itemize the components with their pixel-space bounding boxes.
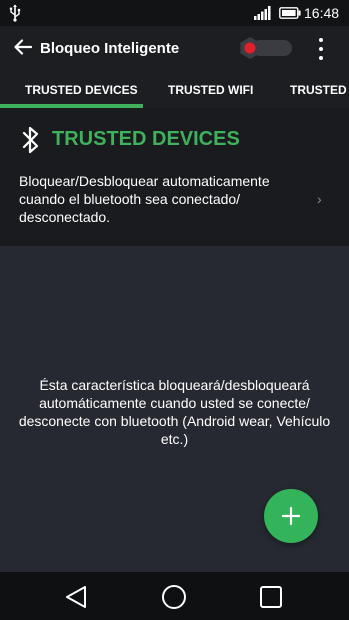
section-header-card[interactable]: TRUSTED DEVICES Bloquear/Desbloquear aut… xyxy=(0,108,349,246)
section-description: Bloquear/Desbloquear automaticamente cua… xyxy=(19,173,270,225)
battery-icon xyxy=(279,7,301,19)
page-title: Bloqueo Inteligente xyxy=(40,40,180,57)
more-vert-icon[interactable] xyxy=(318,37,324,61)
status-time: 16:48 xyxy=(304,5,340,21)
empty-state-message: Ésta característica bloqueará/desbloquea… xyxy=(18,377,331,447)
navigation-bar xyxy=(0,572,349,620)
tab-trusted-location[interactable]: TRUSTED L xyxy=(290,83,349,97)
tab-trusted-wifi[interactable]: TRUSTED WIFI xyxy=(168,83,253,97)
lock-toggle[interactable] xyxy=(238,37,292,59)
back-triangle-icon[interactable] xyxy=(63,584,89,610)
toggle-knob xyxy=(240,37,260,59)
add-device-button[interactable] xyxy=(264,489,318,543)
arrow-left-icon[interactable] xyxy=(14,39,32,55)
section-title: TRUSTED DEVICES xyxy=(52,128,240,150)
home-circle-icon[interactable] xyxy=(161,584,187,610)
device-list-area: Ésta característica bloqueará/desbloquea… xyxy=(0,246,349,572)
toolbar: Bloqueo Inteligente xyxy=(0,26,349,72)
chevron-right-icon[interactable]: › xyxy=(317,191,322,207)
plus-icon xyxy=(281,506,301,526)
usb-icon xyxy=(9,4,21,22)
tab-bar: TRUSTED DEVICES TRUSTED WIFI TRUSTED L xyxy=(0,72,349,108)
bluetooth-icon xyxy=(22,126,39,154)
status-bar: 16:48 xyxy=(0,0,349,26)
signal-icon xyxy=(254,6,271,20)
tab-trusted-devices[interactable]: TRUSTED DEVICES xyxy=(25,83,138,97)
recents-square-icon[interactable] xyxy=(258,584,284,610)
